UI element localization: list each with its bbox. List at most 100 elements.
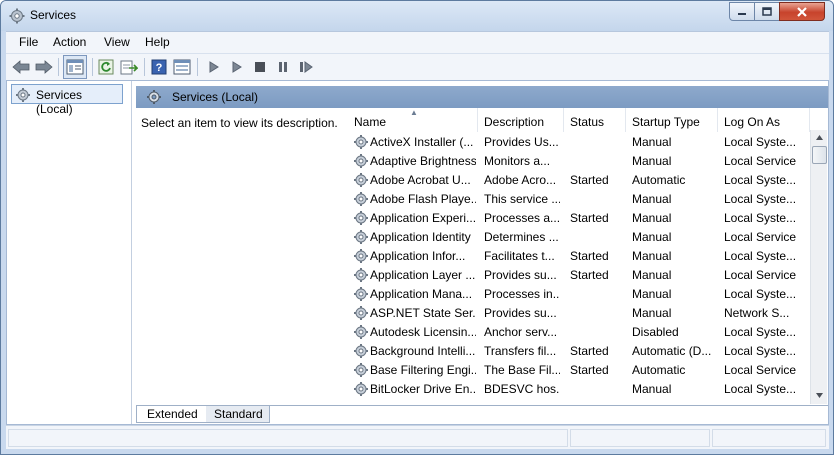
service-log-on-as: Local Syste...	[724, 135, 797, 149]
svg-text:?: ?	[156, 62, 163, 74]
service-description: Adobe Acro...	[484, 173, 557, 187]
services-list: ▲ Name Description Status Startup Type L…	[348, 108, 828, 404]
service-log-on-as: Local Syste...	[724, 344, 797, 358]
service-description: Monitors a...	[484, 154, 551, 168]
forward-arrow-icon[interactable]	[35, 58, 53, 76]
service-log-on-as: Local Service	[724, 154, 797, 168]
title-bar[interactable]: Services	[1, 1, 833, 31]
service-log-on-as: Local Syste...	[724, 287, 797, 301]
service-startup-type: Manual	[632, 154, 672, 168]
menu-help[interactable]: Help	[145, 35, 170, 49]
service-log-on-as: Local Syste...	[724, 211, 797, 225]
services-gear-icon	[147, 90, 161, 104]
service-description: The Base Fil...	[484, 363, 560, 377]
service-log-on-as: Local Syste...	[724, 325, 797, 339]
start-service-alt-icon[interactable]	[228, 58, 246, 76]
service-startup-type: Manual	[632, 268, 672, 282]
service-name: BitLocker Drive En...	[370, 382, 476, 396]
scroll-up-icon[interactable]	[812, 130, 827, 145]
show-hide-console-tree-icon[interactable]	[63, 55, 87, 79]
tree-item-label: Services (Local)	[36, 88, 83, 116]
start-service-icon[interactable]	[205, 58, 223, 76]
back-arrow-icon[interactable]	[12, 58, 30, 76]
service-startup-type: Manual	[632, 135, 672, 149]
refresh-icon[interactable]	[97, 58, 115, 76]
sort-ascending-icon: ▲	[410, 108, 418, 117]
service-name: Application Infor...	[370, 249, 466, 263]
service-name: Autodesk Licensin...	[370, 325, 476, 339]
service-row[interactable]: Application Infor... Facilitates t... Star…	[348, 246, 810, 265]
service-status: Started	[570, 268, 609, 282]
service-row[interactable]: BitLocker Drive En... BDESVC hos... Manual…	[348, 379, 810, 398]
service-log-on-as: Local Syste...	[724, 249, 797, 263]
column-header-status[interactable]: Status	[564, 108, 626, 132]
service-name: ASP.NET State Ser...	[370, 306, 476, 320]
service-startup-type: Manual	[632, 306, 672, 320]
service-row[interactable]: ActiveX Installer (... Provides Us... Manu…	[348, 132, 810, 151]
menu-view[interactable]: View	[104, 35, 130, 49]
service-status: Started	[570, 211, 609, 225]
help-icon[interactable]: ?	[150, 58, 168, 76]
service-row[interactable]: Background Intelli... Transfers fil... Sta…	[348, 341, 810, 360]
service-row[interactable]: Autodesk Licensin... Anchor serv... Disabl…	[348, 322, 810, 341]
service-name: ActiveX Installer (...	[370, 135, 474, 149]
column-header-log-on-as[interactable]: Log On As	[718, 108, 810, 132]
service-startup-type: Manual	[632, 192, 672, 206]
service-startup-type: Manual	[632, 249, 672, 263]
service-startup-type: Manual	[632, 287, 672, 301]
close-icon	[797, 6, 807, 17]
column-header-name[interactable]: ▲ Name	[348, 108, 478, 132]
window-title: Services	[30, 8, 77, 22]
service-row[interactable]: Adaptive Brightness Monitors a... Manual Lo…	[348, 151, 810, 170]
menu-bar: File Action View Help	[6, 31, 829, 53]
close-button[interactable]	[779, 2, 825, 21]
service-row[interactable]: Application Identity Determines ... Manual…	[348, 227, 810, 246]
services-gear-icon	[9, 8, 25, 24]
service-row[interactable]: Base Filtering Engi... The Base Fil... Sta…	[348, 360, 810, 379]
service-log-on-as: Local Service	[724, 268, 797, 282]
service-name: Application Identity	[370, 230, 471, 244]
service-row[interactable]: Adobe Flash Playe... This service ... Manu…	[348, 189, 810, 208]
service-description: Anchor serv...	[484, 325, 558, 339]
column-header-description[interactable]: Description	[478, 108, 564, 132]
service-status: Started	[570, 344, 609, 358]
service-log-on-as: Local Syste...	[724, 382, 797, 396]
service-row[interactable]: Adobe Acrobat U... Adobe Acro... Started Au…	[348, 170, 810, 189]
properties-icon[interactable]	[173, 58, 191, 76]
service-row[interactable]: ASP.NET State Ser... Provides su... Manual…	[348, 303, 810, 322]
services-window: Services File Action View Help ? Service…	[0, 0, 834, 455]
scroll-thumb[interactable]	[812, 146, 827, 164]
tab-standard[interactable]: Standard	[206, 406, 270, 423]
service-log-on-as: Local Syste...	[724, 192, 797, 206]
service-status: Started	[570, 249, 609, 263]
status-bar	[6, 425, 829, 449]
description-prompt: Select an item to view its description.	[141, 116, 338, 130]
menu-file[interactable]: File	[19, 35, 38, 49]
service-row[interactable]: Application Experi... Processes a... Start…	[348, 208, 810, 227]
tab-extended[interactable]: Extended	[136, 406, 206, 423]
service-startup-type: Automatic (D...	[632, 344, 712, 358]
scroll-down-icon[interactable]	[812, 388, 827, 403]
service-log-on-as: Network S...	[724, 306, 790, 320]
minimize-button[interactable]	[729, 2, 755, 21]
vertical-scrollbar[interactable]	[810, 130, 827, 404]
service-startup-type: Automatic	[632, 363, 686, 377]
column-header-startup-type[interactable]: Startup Type	[626, 108, 718, 132]
service-row[interactable]: Application Layer ... Provides su... Start…	[348, 265, 810, 284]
pane-header: Services (Local)	[136, 86, 828, 108]
service-log-on-as: Local Service	[724, 230, 797, 244]
service-startup-type: Disabled	[632, 325, 679, 339]
pause-service-icon[interactable]	[274, 58, 292, 76]
service-startup-type: Automatic	[632, 173, 686, 187]
tree-item-services-local[interactable]: Services (Local)	[11, 84, 123, 116]
service-row[interactable]: Application Mana... Processes in... Manual…	[348, 284, 810, 303]
console-tree: Services (Local)	[7, 81, 132, 424]
export-list-icon[interactable]	[120, 58, 138, 76]
service-description: Transfers fil...	[484, 344, 557, 358]
service-gear-icon	[353, 381, 369, 400]
restart-service-icon[interactable]	[297, 58, 315, 76]
menu-action[interactable]: Action	[53, 35, 86, 49]
service-description: BDESVC hos...	[484, 382, 560, 396]
maximize-button[interactable]	[754, 2, 780, 21]
stop-service-icon[interactable]	[251, 58, 269, 76]
